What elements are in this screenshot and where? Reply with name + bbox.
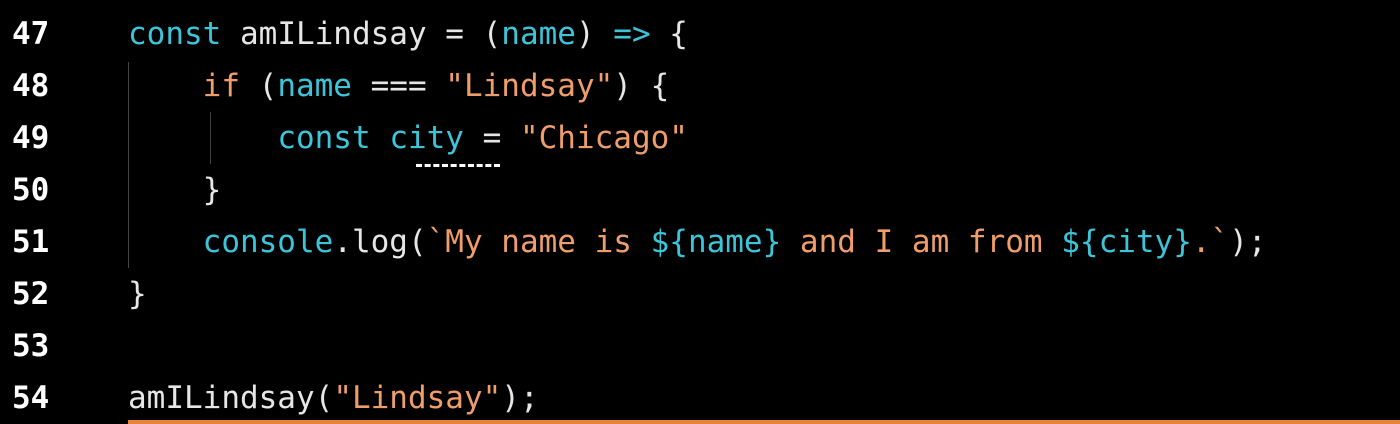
code-token: } bbox=[1173, 224, 1192, 260]
unused-variable-warning bbox=[416, 164, 500, 167]
line-code: amILindsay("Lindsay"); bbox=[128, 372, 539, 424]
code-line[interactable]: 51 console.log(`My name is ${name} and I… bbox=[0, 216, 1400, 268]
code-line[interactable]: 52} bbox=[0, 268, 1400, 320]
line-code: if (name === "Lindsay") { bbox=[128, 60, 670, 112]
line-code: console.log(`My name is ${name} and I am… bbox=[128, 216, 1267, 268]
code-line[interactable]: 47 const amILindsay = (name) => { bbox=[0, 8, 1400, 60]
code-token: amILindsay( bbox=[128, 380, 334, 416]
code-token: ) { bbox=[613, 68, 670, 104]
code-token: "Lindsay" bbox=[333, 380, 502, 416]
code-line[interactable]: 53 bbox=[0, 320, 1400, 372]
code-token: { bbox=[650, 16, 688, 52]
code-token: = bbox=[463, 120, 520, 156]
code-token: ${ bbox=[650, 224, 688, 260]
code-token: const bbox=[277, 120, 371, 156]
line-number: 49 bbox=[12, 120, 50, 156]
code-token: `My name is bbox=[426, 224, 651, 260]
code-token: const bbox=[128, 16, 222, 52]
line-code: const amILindsay = (name) => { bbox=[128, 8, 688, 60]
code-token: "Lindsay" bbox=[445, 68, 614, 104]
line-number: 54 bbox=[12, 380, 50, 416]
line-number: 48 bbox=[12, 68, 50, 104]
code-token: } bbox=[128, 276, 147, 312]
code-token: === bbox=[351, 68, 446, 104]
code-token: ); bbox=[501, 380, 539, 416]
code-token: ${ bbox=[1061, 224, 1099, 260]
indent-guide-nested bbox=[210, 112, 211, 164]
code-token: name bbox=[277, 68, 352, 104]
code-token: console bbox=[202, 224, 334, 260]
code-token: .log( bbox=[333, 224, 427, 260]
line-number: 51 bbox=[12, 224, 50, 260]
code-token: ( bbox=[239, 68, 278, 104]
code-line[interactable]: 48 if (name === "Lindsay") { bbox=[0, 60, 1400, 112]
line-number: 52 bbox=[12, 276, 50, 312]
code-token: } bbox=[128, 172, 222, 208]
line-code: } bbox=[128, 164, 222, 216]
current-line-indicator bbox=[128, 420, 1400, 424]
line-number: 53 bbox=[12, 328, 50, 364]
code-token: city bbox=[1098, 224, 1174, 260]
code-token: => bbox=[613, 16, 651, 52]
indent-guide bbox=[128, 62, 129, 268]
line-number: 50 bbox=[12, 172, 50, 208]
code-token: name bbox=[687, 224, 763, 260]
line-code: const city = "Chicago" bbox=[128, 112, 688, 164]
code-token: .` bbox=[1191, 224, 1230, 260]
code-token: ) bbox=[575, 16, 614, 52]
code-token: city bbox=[389, 120, 464, 156]
code-token: } bbox=[762, 224, 782, 260]
code-token: and I am from bbox=[781, 224, 1062, 260]
code-editor[interactable]: 47 const amILindsay = (name) => {48 if (n… bbox=[0, 0, 1400, 424]
code-token: amILindsay = ( bbox=[221, 16, 502, 52]
code-line[interactable]: 50 } bbox=[0, 164, 1400, 216]
line-code: } bbox=[128, 268, 147, 320]
code-token: ); bbox=[1229, 224, 1267, 260]
code-line[interactable]: 54 amILindsay("Lindsay"); bbox=[0, 372, 1400, 424]
line-number: 47 bbox=[12, 16, 50, 52]
code-token: if bbox=[202, 68, 240, 104]
code-token: name bbox=[501, 16, 576, 52]
code-token: "Chicago" bbox=[519, 120, 688, 156]
